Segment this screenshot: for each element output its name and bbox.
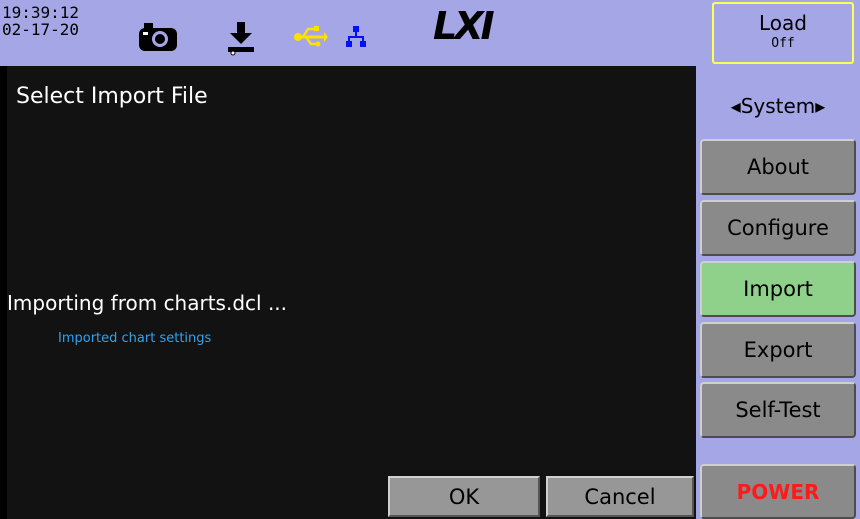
- export-button[interactable]: Export: [700, 322, 856, 378]
- menu-title-system[interactable]: ◂System▸: [696, 94, 860, 118]
- camera-icon[interactable]: [138, 22, 178, 52]
- download-icon[interactable]: [226, 22, 256, 56]
- softkey-panel: Load Off ◂System▸ About Configure Import…: [696, 0, 860, 519]
- about-button[interactable]: About: [700, 139, 856, 195]
- usb-icon: [294, 26, 328, 47]
- clock: 19:39:12 02-17-20: [2, 4, 79, 38]
- import-dialog: Select Import File Importing from charts…: [7, 66, 696, 519]
- cancel-button[interactable]: Cancel: [546, 476, 694, 517]
- status-bar: 19:39:12 02-17-20 LXI: [0, 0, 700, 66]
- load-label: Load: [759, 11, 807, 35]
- ok-button[interactable]: OK: [388, 476, 540, 517]
- date-text: 02-17-20: [2, 20, 80, 39]
- time-text: 19:39:12: [2, 3, 80, 22]
- lxi-logo: LXI: [433, 4, 495, 48]
- import-status: Importing from charts.dcl ...: [7, 291, 288, 315]
- load-button[interactable]: Load Off: [712, 2, 854, 64]
- configure-button[interactable]: Configure: [700, 200, 856, 256]
- import-button[interactable]: Import: [700, 261, 856, 317]
- power-button[interactable]: POWER: [700, 464, 856, 519]
- load-state: Off: [771, 36, 795, 51]
- import-detail: Imported chart settings: [58, 331, 212, 346]
- self-test-button[interactable]: Self-Test: [700, 382, 856, 438]
- dialog-title: Select Import File: [16, 84, 208, 109]
- network-icon: [346, 26, 366, 47]
